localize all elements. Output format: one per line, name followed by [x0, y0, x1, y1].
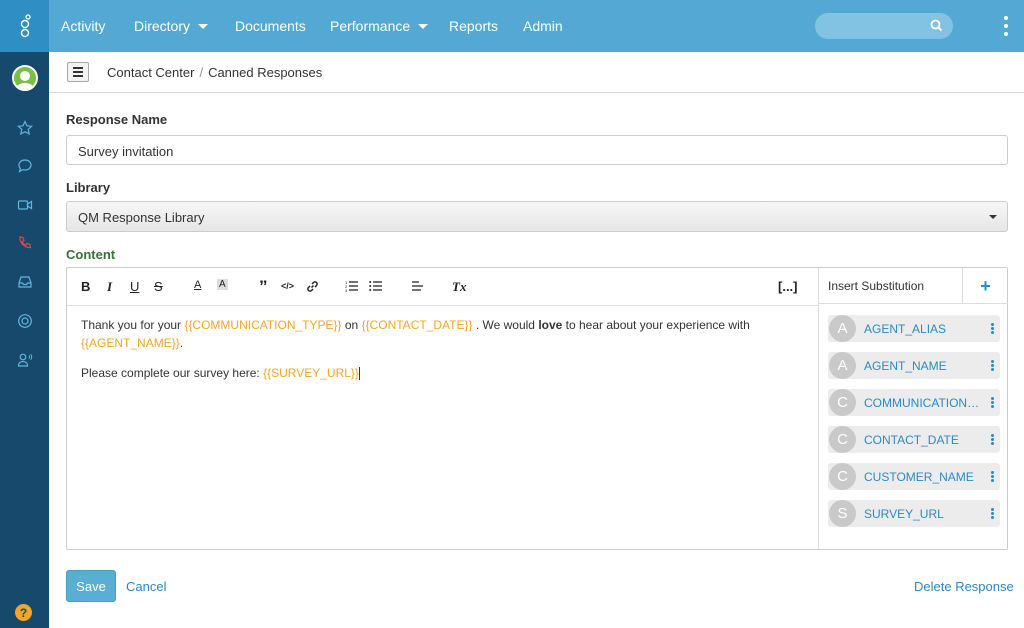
avatar[interactable] — [12, 65, 38, 91]
substitution-item[interactable]: A AGENT_ALIAS — [828, 315, 1000, 342]
response-name-value: Survey invitation — [78, 144, 174, 159]
search-input[interactable] — [815, 13, 953, 39]
substitution-badge: S — [829, 500, 856, 527]
nav-activity[interactable]: Activity — [61, 0, 105, 52]
nav-performance[interactable]: Performance — [330, 0, 429, 52]
star-icon[interactable] — [15, 118, 35, 138]
substitution-name: COMMUNICATION_TYPE — [864, 396, 980, 410]
italic-button[interactable]: I — [107, 279, 112, 295]
nav-documents-label: Documents — [235, 18, 306, 34]
help-icon[interactable]: ? — [15, 604, 32, 621]
substitution-panel-header: Insert Substitution + — [819, 268, 1008, 304]
breadcrumb-separator: / — [199, 65, 204, 80]
more-options-icon[interactable] — [991, 434, 994, 445]
substitution-name: SURVEY_URL — [864, 507, 944, 521]
bullet-list-icon[interactable] — [369, 280, 383, 295]
substitution-token: {{CONTACT_DATE}} — [361, 318, 473, 332]
library-label: Library — [66, 180, 111, 195]
substitution-panel: Insert Substitution + A AGENT_ALIAS A AG… — [818, 268, 1008, 549]
response-name-input[interactable]: Survey invitation — [66, 135, 1008, 165]
substitution-item[interactable]: C COMMUNICATION_TYPE — [828, 389, 1000, 416]
nav-performance-label: Performance — [330, 18, 411, 34]
ordered-list-icon[interactable]: 123 — [345, 280, 359, 295]
delete-response-link[interactable]: Delete Response — [914, 579, 1014, 594]
editor-line-2: Please complete our survey here: {{SURVE… — [81, 366, 360, 381]
editor-toolbar: B I U S A A ” </> 123 Tx [...] — [67, 268, 819, 306]
link-icon[interactable] — [306, 280, 319, 296]
breadcrumb-contact-center[interactable]: Contact Center — [107, 65, 194, 80]
underline-button[interactable]: U — [130, 279, 139, 294]
nav-activity-label: Activity — [61, 18, 106, 34]
chevron-down-icon — [198, 23, 209, 29]
response-name-label: Response Name — [66, 112, 168, 127]
substitution-token: {{SURVEY_URL}} — [263, 366, 359, 380]
blockquote-button[interactable]: ” — [259, 277, 268, 297]
more-options-icon[interactable] — [991, 323, 994, 334]
text-cursor — [358, 367, 360, 381]
substitution-badge: A — [829, 315, 856, 342]
nav-reports-label: Reports — [449, 18, 499, 34]
save-button[interactable]: Save — [66, 570, 116, 602]
library-select[interactable]: QM Response Library — [66, 201, 1008, 232]
substitution-item[interactable]: A AGENT_NAME — [828, 352, 1000, 379]
substitution-badge: A — [829, 352, 856, 379]
menu-toggle-button[interactable] — [67, 62, 89, 82]
nav-reports[interactable]: Reports — [449, 0, 498, 52]
highlight-button[interactable]: A — [217, 279, 228, 290]
add-substitution-button[interactable]: + — [962, 268, 1008, 304]
user-voice-icon[interactable] — [15, 350, 35, 370]
nav-admin[interactable]: Admin — [523, 0, 563, 52]
nav-documents[interactable]: Documents — [235, 0, 306, 52]
chat-icon[interactable] — [15, 156, 35, 176]
content-editor: B I U S A A ” </> 123 Tx [...] Thank you… — [66, 267, 1008, 550]
substitution-badge: C — [829, 463, 856, 490]
nav-admin-label: Admin — [523, 18, 563, 34]
substitution-name: AGENT_ALIAS — [864, 322, 947, 336]
breadcrumb-bar: Contact Center / Canned Responses — [49, 52, 1024, 93]
substitution-item[interactable]: C CUSTOMER_NAME — [828, 463, 1000, 490]
more-options-icon[interactable] — [991, 508, 994, 519]
lifebuoy-icon[interactable] — [15, 311, 35, 331]
substitution-name: AGENT_NAME — [864, 359, 947, 373]
substitution-item[interactable]: C CONTACT_DATE — [828, 426, 1000, 453]
content-label: Content — [66, 247, 116, 262]
substitution-token: {{AGENT_NAME}} — [81, 336, 180, 350]
left-rail: ? — [0, 0, 49, 628]
video-icon[interactable] — [15, 195, 35, 215]
substitution-badge: C — [829, 426, 856, 453]
more-options-icon[interactable] — [991, 471, 994, 482]
font-color-button[interactable]: A — [194, 279, 201, 291]
cancel-link[interactable]: Cancel — [126, 579, 166, 594]
substitution-badge: C — [829, 389, 856, 416]
substitution-item[interactable]: S SURVEY_URL — [828, 500, 1000, 527]
inbox-icon[interactable] — [15, 272, 35, 292]
library-value: QM Response Library — [78, 210, 205, 225]
more-options-icon[interactable] — [991, 397, 994, 408]
breadcrumb-canned-responses: Canned Responses — [208, 65, 323, 80]
substitution-panel-title: Insert Substitution — [828, 279, 925, 293]
more-menu-icon[interactable] — [1004, 16, 1008, 36]
phone-icon[interactable] — [15, 233, 35, 253]
align-left-icon[interactable] — [411, 280, 424, 295]
code-button[interactable]: </> — [281, 281, 294, 291]
editor-line-1: Thank you for your {{COMMUNICATION_TYPE}… — [81, 318, 750, 350]
more-options-icon[interactable] — [991, 360, 994, 371]
search-icon[interactable] — [930, 19, 943, 35]
dropdown-caret-icon — [989, 215, 997, 219]
bold-button[interactable]: B — [81, 279, 90, 294]
substitution-name: CONTACT_DATE — [864, 433, 959, 447]
editor-body[interactable]: Thank you for your {{COMMUNICATION_TYPE}… — [81, 316, 811, 394]
substitution-name: CUSTOMER_NAME — [864, 470, 974, 484]
nav-directory-label: Directory — [134, 18, 191, 34]
substitution-toggle-button[interactable]: [...] — [778, 279, 798, 294]
strikethrough-button[interactable]: S — [154, 279, 163, 294]
chevron-down-icon — [418, 23, 429, 29]
clear-format-button[interactable]: Tx — [452, 279, 466, 295]
svg-text:3: 3 — [345, 288, 348, 292]
nav-directory[interactable]: Directory — [134, 0, 209, 52]
top-nav-bar: Activity Directory Documents Performance… — [49, 0, 1024, 52]
app-logo-icon[interactable] — [0, 0, 49, 52]
breadcrumb: Contact Center / Canned Responses — [107, 65, 322, 80]
substitution-token: {{COMMUNICATION_TYPE}} — [184, 318, 342, 332]
